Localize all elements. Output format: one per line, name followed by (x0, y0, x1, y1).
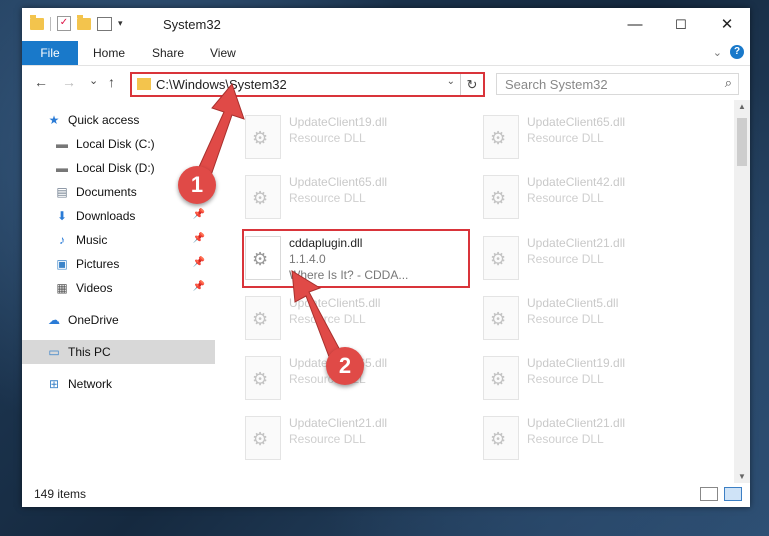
annotation-step-1: 1 (178, 166, 216, 204)
annotation-arrows (193, 82, 342, 363)
annotation-step-2: 2 (326, 347, 364, 385)
arrow-2 (291, 270, 342, 363)
